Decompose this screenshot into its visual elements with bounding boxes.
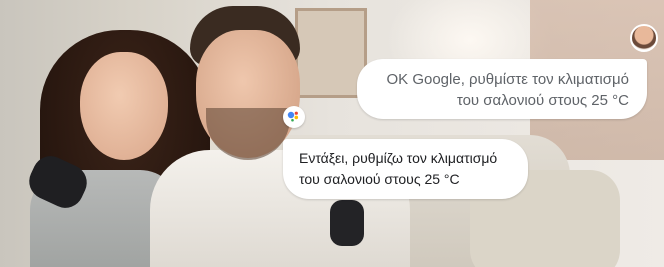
- user-message-line: OK Google, ρυθμίστε τον κλιματισμό: [386, 71, 629, 88]
- woman-face: [80, 52, 168, 160]
- google-assistant-icon: [283, 106, 305, 128]
- assistant-message-bubble: Εντάξει, ρυθμίζω τον κλιματισμό του σαλο…: [283, 139, 528, 199]
- assistant-message-line: του σαλονιού στους 25 °C: [299, 171, 460, 187]
- assistant-message-line: Εντάξει, ρυθμίζω τον κλιματισμό: [299, 150, 498, 166]
- game-controller: [330, 200, 364, 246]
- background-photo: [0, 0, 664, 267]
- user-avatar: [630, 24, 658, 52]
- user-message-bubble: OK Google, ρυθμίστε τον κλιματισμό του σ…: [357, 59, 647, 119]
- user-message-line: του σαλονιού στους 25 °C: [456, 92, 629, 109]
